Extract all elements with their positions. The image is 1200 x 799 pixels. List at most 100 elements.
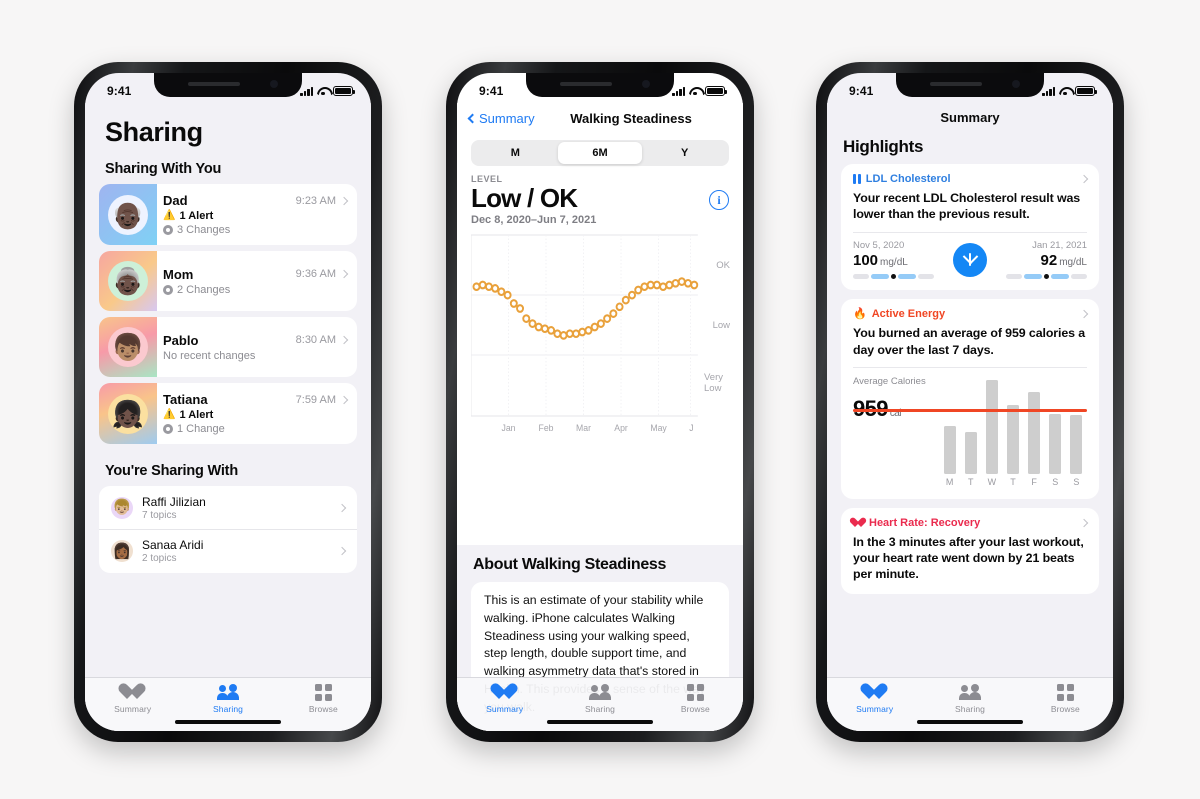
wifi-icon	[1059, 87, 1071, 96]
gear-icon	[163, 424, 173, 434]
tab-label: Browse	[308, 704, 338, 714]
status-time: 9:41	[849, 84, 874, 98]
list-item[interactable]: 👵🏿 Mom 9:36 AM 2 Changes	[99, 251, 357, 311]
screenshot-stage: 9:41 Sharing Sharing With You 👴🏿 Dad 9:2…	[0, 0, 1200, 799]
bar-label: S	[1073, 476, 1080, 487]
walking-steadiness-chart[interactable]: Jan Feb Mar Apr May J OK Low Very Low	[471, 233, 730, 448]
bar-label: W	[987, 476, 997, 487]
change-count: 1 Change	[177, 423, 225, 435]
chevron-right-icon	[1079, 174, 1089, 184]
segment-6m[interactable]: 6M	[557, 142, 643, 164]
category-label: LDL Cholesterol	[865, 173, 951, 185]
nav-bar: Summary	[827, 103, 1113, 131]
bar	[964, 431, 977, 474]
active-energy-chart[interactable]: Average Calories 959cal MTWTFSS	[853, 376, 1087, 488]
walking-content: Summary Walking Steadiness M 6M Y LEVEL …	[457, 103, 743, 731]
tab-label: Sharing	[212, 704, 243, 714]
speaker-icon	[930, 82, 982, 86]
ldl-current-range	[995, 273, 1087, 279]
divider	[853, 231, 1087, 233]
time-range-segmented-control[interactable]: M 6M Y	[471, 140, 729, 166]
battery-icon	[333, 86, 355, 96]
chevron-right-icon	[339, 196, 349, 205]
home-indicator	[175, 719, 281, 724]
memoji-icon: 👦🏼	[112, 499, 132, 516]
chevron-right-icon	[339, 335, 349, 345]
category-row: LDL Cholesterol	[853, 173, 951, 185]
tab-browse[interactable]: Browse	[648, 684, 743, 714]
status-time: 9:41	[107, 84, 132, 98]
category-label: Heart Rate: Recovery	[869, 516, 981, 529]
summary-content: Summary Highlights LDL Cholesterol Your …	[827, 103, 1113, 731]
average-line	[853, 408, 1087, 412]
notch	[896, 73, 1044, 97]
svg-text:J: J	[689, 422, 693, 432]
bar-label: S	[1052, 476, 1059, 487]
tab-browse[interactable]: Browse	[1018, 684, 1113, 714]
highlight-card-heart-rate[interactable]: Heart Rate: Recovery In the 3 minutes af…	[841, 507, 1099, 594]
chevron-left-icon	[467, 113, 478, 123]
warning-icon: ⚠️	[163, 409, 176, 420]
memoji-icon: 👦🏽	[111, 332, 145, 362]
highlight-card-active-energy[interactable]: 🔥 Active Energy You burned an average of…	[841, 299, 1099, 499]
list-item[interactable]: 👦🏼 Raffi Jilizian 7 topics	[99, 486, 357, 529]
bar	[1070, 414, 1083, 474]
list-item-content: Mom 9:36 AM 2 Changes	[157, 251, 357, 311]
chart-bars: MTWTFSS	[939, 376, 1087, 487]
status-indicators	[672, 86, 727, 96]
contact-name: Raffi Jilizian	[142, 494, 206, 509]
memoji-icon: 👩🏾	[112, 542, 132, 560]
ldl-previous: Nov 5, 2020 100 mg/dL	[853, 240, 945, 279]
tab-summary[interactable]: Summary	[827, 684, 922, 714]
ldl-previous-range	[853, 273, 945, 279]
ldl-previous-date: Nov 5, 2020	[853, 240, 905, 252]
tab-label: Browse	[680, 704, 710, 714]
back-button[interactable]: Summary	[467, 111, 535, 126]
bar-label: F	[1031, 476, 1037, 487]
chevron-right-icon	[337, 503, 347, 512]
tab-sharing[interactable]: Sharing	[552, 684, 647, 714]
highlight-card-ldl[interactable]: LDL Cholesterol Your recent LDL Choleste…	[841, 164, 1099, 291]
list-item[interactable]: 👦🏽 Pablo 8:30 AM No recent changes	[99, 317, 357, 377]
flame-icon: 🔥	[853, 307, 867, 320]
tab-sharing[interactable]: Sharing	[180, 684, 275, 714]
highlight-body: Your recent LDL Cholesterol result was l…	[853, 191, 1081, 222]
segment-y[interactable]: Y	[642, 142, 727, 164]
tab-sharing[interactable]: Sharing	[922, 684, 1017, 714]
divider	[853, 367, 1087, 368]
phone-device-walking-steadiness: 9:41 Summary Walking Steadiness M 6M Y L…	[446, 62, 754, 742]
list-item-content: Dad 9:23 AM ⚠️ 1 Alert 3 Changes	[157, 184, 357, 245]
tab-summary[interactable]: Summary	[457, 684, 552, 714]
avatar: 👦🏽	[108, 327, 148, 367]
person-time: 8:30 AM	[296, 334, 349, 346]
phone3-screen: 9:41 Summary Highlights LDL Cholesterol …	[827, 73, 1113, 731]
cellular-bars-icon	[300, 86, 313, 96]
info-circle-icon[interactable]: i	[709, 190, 729, 210]
avatar-background: 👦🏽	[99, 317, 157, 377]
avatar: 👵🏿	[108, 261, 148, 301]
warning-icon: ⚠️	[163, 210, 176, 221]
about-heading: About Walking Steadiness	[473, 556, 667, 573]
person-name: Pablo	[163, 332, 199, 348]
speaker-icon	[560, 82, 612, 86]
section-header-youre-sharing-with: You're Sharing With	[105, 463, 238, 479]
phone2-screen: 9:41 Summary Walking Steadiness M 6M Y L…	[457, 73, 743, 731]
status-indicators	[1042, 86, 1097, 96]
svg-text:Jan: Jan	[502, 422, 516, 432]
grid-icon	[1056, 684, 1074, 701]
memoji-icon: 👴🏿	[111, 199, 145, 230]
speaker-icon	[188, 82, 240, 86]
status-indicators	[300, 86, 355, 96]
list-item[interactable]: 👩🏾 Sanaa Aridi 2 topics	[99, 529, 357, 573]
y-tick-ok: OK	[716, 259, 730, 271]
list-item[interactable]: 👴🏿 Dad 9:23 AM ⚠️ 1 Alert 3 Changes	[99, 184, 357, 245]
segment-m[interactable]: M	[473, 142, 558, 164]
ldl-bars-icon	[853, 174, 861, 184]
tab-summary[interactable]: Summary	[85, 684, 180, 714]
tab-browse[interactable]: Browse	[276, 684, 371, 714]
category-label: Active Energy	[871, 308, 946, 321]
level-value: Low / OK	[471, 183, 578, 213]
list-item[interactable]: 👧🏿 Tatiana 7:59 AM ⚠️ 1 Alert 1 Change	[99, 383, 357, 444]
page-title: Sharing	[105, 117, 203, 147]
heart-icon	[853, 518, 864, 528]
